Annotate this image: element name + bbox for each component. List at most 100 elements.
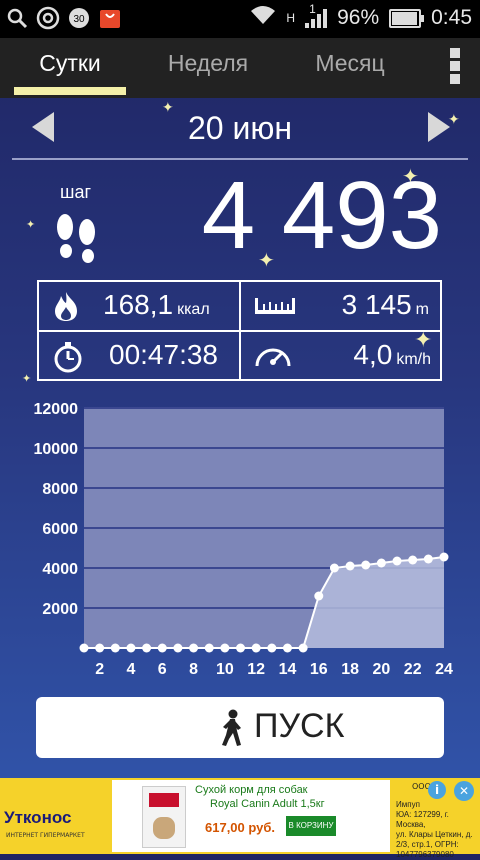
ad-price: 617,00 руб.	[205, 820, 276, 835]
data-point	[361, 560, 371, 570]
x-tick-label: 18	[341, 661, 359, 678]
footprints-icon	[52, 205, 102, 269]
duration-value: 00:47:38	[109, 339, 218, 370]
svg-text:30: 30	[73, 14, 85, 25]
y-tick-label: 6000	[42, 521, 78, 538]
next-day-button[interactable]	[428, 112, 450, 142]
wifi-icon	[250, 5, 276, 31]
ruler-icon	[255, 298, 295, 314]
product-image	[142, 786, 186, 848]
date-navigator: 20 июн	[0, 98, 480, 160]
status-bar: 30 H 1 96% 0:45	[0, 0, 480, 38]
star-icon: ✦	[162, 100, 174, 116]
data-point	[408, 555, 418, 565]
speed-cell: 4,0 km/h	[241, 332, 441, 380]
x-tick-label: 8	[189, 661, 198, 678]
data-point	[142, 643, 152, 653]
sim-number: 1	[309, 2, 316, 16]
x-tick-label: 16	[310, 661, 328, 678]
tab-week[interactable]: Неделя	[152, 50, 264, 77]
speed-unit: km/h	[396, 351, 431, 368]
ad-title-2: Royal Canin Adult 1,5кг	[210, 798, 325, 810]
distance-unit: m	[415, 301, 429, 318]
data-point	[314, 591, 324, 601]
data-point	[423, 554, 433, 564]
start-button-label: ПУСК	[254, 707, 345, 745]
x-tick-label: 22	[404, 661, 422, 678]
x-tick-label: 14	[279, 661, 297, 678]
data-point	[220, 643, 230, 653]
ad-banner[interactable]: Утконос ИНТЕРНЕТ ГИПЕРМАРКЕТ Сухой корм …	[0, 778, 480, 859]
y-tick-label: 2000	[42, 601, 78, 618]
y-tick-label: 10000	[34, 441, 79, 458]
fire-icon	[55, 292, 77, 321]
data-point	[95, 643, 105, 653]
star-icon: ✦	[22, 372, 32, 385]
signal-icon: 1	[305, 2, 328, 28]
tab-day[interactable]: Сутки	[14, 50, 126, 77]
shopping-bag-icon	[98, 6, 122, 34]
duration-cell: 00:47:38	[39, 332, 239, 380]
data-point	[236, 643, 246, 653]
ad-title: Сухой корм для собак	[195, 784, 308, 796]
x-tick-label: 2	[95, 661, 104, 678]
data-point	[329, 563, 339, 573]
data-point	[204, 643, 214, 653]
calories-cell: 168,1 ккал	[39, 282, 239, 330]
data-point	[110, 643, 120, 653]
data-point	[345, 561, 355, 571]
data-point	[298, 643, 308, 653]
data-point	[79, 643, 89, 653]
x-tick-label: 4	[127, 661, 136, 678]
distance-value: 3 145	[341, 289, 412, 320]
current-date: 20 июн	[187, 110, 293, 146]
search-icon	[6, 7, 28, 33]
notification-30-icon: 30	[68, 7, 90, 33]
data-point	[173, 643, 183, 653]
data-point	[267, 643, 277, 653]
ad-close-icon[interactable]: ✕	[454, 781, 474, 801]
data-point	[189, 643, 199, 653]
x-tick-label: 20	[372, 661, 390, 678]
stopwatch-icon	[54, 342, 82, 373]
battery-percent: 96%	[337, 6, 380, 29]
calories-value: 168,1	[103, 289, 174, 320]
data-point	[439, 552, 449, 562]
ad-info-icon[interactable]: i	[428, 781, 446, 799]
add-to-cart-button[interactable]: В КОРЗИНУ	[286, 816, 336, 836]
ad-legal: Импуп ЮА: 127299, г. Москва, ул. Клары Ц…	[396, 800, 473, 859]
data-point	[157, 643, 167, 653]
chart-svg: 200040006000800010000120002 4 6 8 10 12 14 16 18…	[34, 401, 454, 678]
data-point	[392, 556, 402, 566]
x-tick-label: 10	[216, 661, 234, 678]
walking-person-icon	[222, 709, 241, 746]
start-button[interactable]: ПУСК	[36, 697, 444, 758]
data-point	[282, 643, 292, 653]
x-tick-label: 12	[247, 661, 265, 678]
stats-grid: 168,1 ккал 3 145 m 00:47:38 4,0 km/h	[37, 280, 442, 381]
x-tick-label: 24	[435, 661, 453, 678]
overflow-menu-icon[interactable]	[450, 48, 460, 87]
ad-brand: Утконос	[4, 808, 72, 827]
at-icon	[36, 6, 60, 34]
network-type: H	[286, 11, 296, 25]
active-tab-indicator	[14, 87, 126, 95]
star-icon: ✦	[26, 218, 36, 231]
tab-month[interactable]: Месяц	[294, 50, 406, 77]
divider	[12, 158, 468, 160]
hourly-steps-chart: 2000 4000 6000 8000 10000 12000 2 4 6 8 10 12 14 16 18…	[0, 395, 480, 685]
y-tick-label: 8000	[42, 481, 78, 498]
battery-icon	[389, 8, 425, 28]
data-point	[251, 643, 261, 653]
star-icon: ✦	[448, 112, 460, 128]
data-point	[126, 643, 136, 653]
calories-unit: ккал	[177, 301, 210, 318]
distance-cell: 3 145 m	[241, 282, 441, 330]
step-count: 4 493	[201, 162, 442, 269]
data-point	[376, 558, 386, 568]
speedometer-icon	[255, 348, 291, 367]
ad-tagline: ИНТЕРНЕТ ГИПЕРМАРКЕТ	[6, 832, 85, 839]
y-tick-label: 4000	[42, 561, 78, 578]
x-tick-label: 6	[158, 661, 167, 678]
tab-bar: Сутки Неделя Месяц	[0, 38, 480, 98]
